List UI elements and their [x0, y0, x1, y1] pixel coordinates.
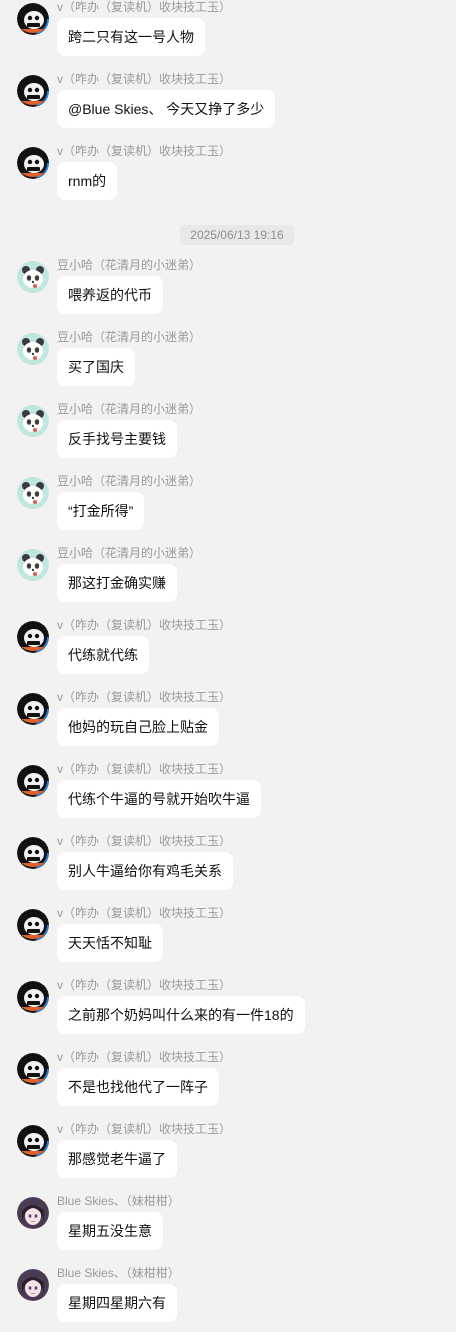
dark-character-avatar-icon[interactable]	[17, 1053, 49, 1085]
message-row: v（咋办（复读机）收块技工玉） 之前那个奶妈叫什么来的有一件18的	[0, 978, 456, 1045]
dark-character-avatar-icon[interactable]	[17, 75, 49, 107]
panda-avatar-icon[interactable]	[17, 477, 49, 509]
message-row: 豆小哈（花清月的小迷弟） 反手找号主要钱	[0, 402, 456, 469]
sender-name: 豆小哈（花清月的小迷弟）	[57, 402, 202, 416]
anime-girl-avatar-icon[interactable]	[17, 1269, 49, 1301]
message-row: v（咋办（复读机）收块技工玉） @Blue Skies、 今天又挣了多少	[0, 72, 456, 139]
message-bubble[interactable]: 星期五没生意	[57, 1212, 163, 1250]
message-row: Blue Skies、（妹柑柑） 星期五没生意	[0, 1194, 456, 1261]
message-bubble[interactable]: 天天恬不知耻	[57, 924, 163, 962]
sender-name: v（咋办（复读机）收块技工玉）	[57, 618, 232, 632]
dark-character-avatar-icon[interactable]	[17, 147, 49, 179]
message-row: v（咋办（复读机）收块技工玉） 别人牛逼给你有鸡毛关系	[0, 834, 456, 901]
dark-character-avatar-icon[interactable]	[17, 981, 49, 1013]
message-row: v（咋办（复读机）收块技工玉） rnm的	[0, 144, 456, 211]
message-bubble[interactable]: 不是也找他代了一阵子	[57, 1068, 219, 1106]
panda-avatar-icon[interactable]	[17, 333, 49, 365]
sender-name: Blue Skies、（妹柑柑）	[57, 1266, 180, 1280]
sender-name: 豆小哈（花清月的小迷弟）	[57, 546, 202, 560]
message-bubble[interactable]: @Blue Skies、 今天又挣了多少	[57, 90, 276, 128]
sender-name: v（咋办（复读机）收块技工玉）	[57, 72, 232, 86]
message-bubble[interactable]: 喂养返的代币	[57, 276, 163, 314]
chat-message-list[interactable]: v（咋办（复读机）收块技工玉） 跨二只有这一号人物 v（咋办（复读机）收块技工玉…	[0, 0, 456, 1332]
message-bubble[interactable]: 代练个牛逼的号就开始吹牛逼	[57, 780, 261, 818]
message-row: v（咋办（复读机）收块技工玉） 代练个牛逼的号就开始吹牛逼	[0, 762, 456, 829]
sender-name: 豆小哈（花清月的小迷弟）	[57, 474, 202, 488]
message-bubble[interactable]: 之前那个奶妈叫什么来的有一件18的	[57, 996, 305, 1034]
message-bubble[interactable]: 别人牛逼给你有鸡毛关系	[57, 852, 233, 890]
message-row: Blue Skies、（妹柑柑） 星期四星期六有	[0, 1266, 456, 1332]
message-bubble[interactable]: 反手找号主要钱	[57, 420, 177, 458]
panda-avatar-icon[interactable]	[17, 405, 49, 437]
message-bubble[interactable]: 跨二只有这一号人物	[57, 18, 205, 56]
message-row: v（咋办（复读机）收块技工玉） 不是也找他代了一阵子	[0, 1050, 456, 1117]
message-bubble[interactable]: rnm的	[57, 162, 118, 200]
sender-name: v（咋办（复读机）收块技工玉）	[57, 978, 232, 992]
message-row: 豆小哈（花清月的小迷弟） 那这打金确实赚	[0, 546, 456, 613]
anime-girl-avatar-icon[interactable]	[17, 1197, 49, 1229]
panda-avatar-icon[interactable]	[17, 549, 49, 581]
sender-name: v（咋办（复读机）收块技工玉）	[57, 762, 232, 776]
sender-name: Blue Skies、（妹柑柑）	[57, 1194, 180, 1208]
message-bubble[interactable]: “打金所得”	[57, 492, 145, 530]
sender-name: v（咋办（复读机）收块技工玉）	[57, 834, 232, 848]
sender-name: v（咋办（复读机）收块技工玉）	[57, 0, 232, 14]
message-row: 豆小哈（花清月的小迷弟） 买了国庆	[0, 330, 456, 397]
dark-character-avatar-icon[interactable]	[17, 621, 49, 653]
message-row: v（咋办（复读机）收块技工玉） 跨二只有这一号人物	[0, 0, 456, 67]
message-row: v（咋办（复读机）收块技工玉） 天天恬不知耻	[0, 906, 456, 973]
message-row: v（咋办（复读机）收块技工玉） 他妈的玩自己脸上贴金	[0, 690, 456, 757]
sender-name: 豆小哈（花清月的小迷弟）	[57, 330, 202, 344]
message-row: 豆小哈（花清月的小迷弟） 喂养返的代币	[0, 258, 456, 325]
panda-avatar-icon[interactable]	[17, 261, 49, 293]
dark-character-avatar-icon[interactable]	[17, 837, 49, 869]
dark-character-avatar-icon[interactable]	[17, 909, 49, 941]
sender-name: v（咋办（复读机）收块技工玉）	[57, 144, 232, 158]
dark-character-avatar-icon[interactable]	[17, 1125, 49, 1157]
sender-name: v（咋办（复读机）收块技工玉）	[57, 1122, 232, 1136]
message-row: v（咋办（复读机）收块技工玉） 代练就代练	[0, 618, 456, 685]
dark-character-avatar-icon[interactable]	[17, 765, 49, 797]
message-bubble[interactable]: 那这打金确实赚	[57, 564, 177, 602]
sender-name: v（咋办（复读机）收块技工玉）	[57, 906, 232, 920]
message-bubble[interactable]: 那感觉老牛逼了	[57, 1140, 177, 1178]
message-row: 豆小哈（花清月的小迷弟） “打金所得”	[0, 474, 456, 541]
message-bubble[interactable]: 他妈的玩自己脸上贴金	[57, 708, 219, 746]
sender-name: v（咋办（复读机）收块技工玉）	[57, 690, 232, 704]
dark-character-avatar-icon[interactable]	[17, 3, 49, 35]
dark-character-avatar-icon[interactable]	[17, 693, 49, 725]
sender-name: 豆小哈（花清月的小迷弟）	[57, 258, 202, 272]
timestamp-divider: 2025/06/13 19:16	[180, 225, 294, 245]
message-bubble[interactable]: 买了国庆	[57, 348, 135, 386]
message-bubble[interactable]: 星期四星期六有	[57, 1284, 177, 1322]
message-row: v（咋办（复读机）收块技工玉） 那感觉老牛逼了	[0, 1122, 456, 1189]
sender-name: v（咋办（复读机）收块技工玉）	[57, 1050, 232, 1064]
message-bubble[interactable]: 代练就代练	[57, 636, 149, 674]
